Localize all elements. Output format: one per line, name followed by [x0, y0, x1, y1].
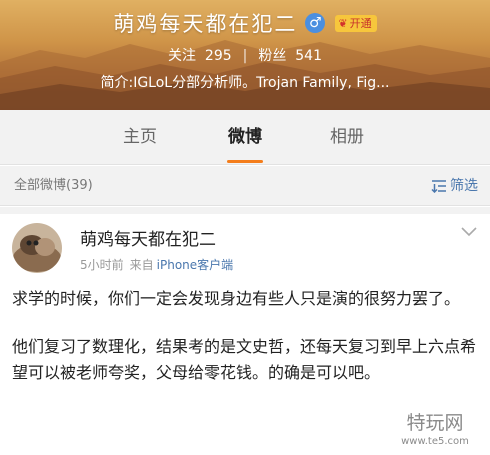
- following-label: 关注: [168, 48, 196, 64]
- watermark-logo-icon: 特玩网 www.te5.com: [386, 405, 484, 449]
- profile-header: 萌鸡每天都在犯二 ♂ ❦ 开通 关注 295 | 粉丝 541 简介:IGLoL分部分析师…: [0, 0, 490, 110]
- tab-weibo[interactable]: 微博: [200, 110, 290, 165]
- stats-divider: |: [242, 48, 248, 64]
- avatar[interactable]: [12, 223, 62, 273]
- section-gap: [0, 207, 490, 214]
- profile-stats: 关注 295 | 粉丝 541: [0, 45, 490, 65]
- site-watermark: 特玩网 www.te5.com: [386, 405, 484, 449]
- watermark-url: www.te5.com: [401, 436, 469, 447]
- chevron-down-icon[interactable]: [460, 226, 478, 238]
- tab-home[interactable]: 主页: [95, 110, 185, 165]
- tab-bar: 主页 微博 相册: [0, 110, 490, 165]
- avatar-image: [12, 223, 62, 273]
- followers-count: 541: [295, 48, 322, 64]
- tab-album[interactable]: 相册: [302, 110, 392, 165]
- profile-name-row: 萌鸡每天都在犯二 ♂ ❦ 开通: [0, 8, 490, 38]
- post-body: 求学的时候，你们一定会发现身边有些人只是演的很努力罢了。 他们复习了数理化，结果…: [12, 286, 478, 408]
- profile-bio: 简介:IGLoL分部分析师。Trojan Family, Fig...: [100, 75, 390, 91]
- followers-label: 粉丝: [258, 48, 287, 64]
- vip-crown-icon: ❦: [338, 16, 348, 30]
- post-source-label: 来自: [129, 258, 154, 272]
- profile-name: 萌鸡每天都在犯二: [113, 12, 298, 36]
- vip-open-label: 开通: [349, 16, 372, 30]
- filter-label: 筛选: [450, 178, 478, 194]
- post-meta: 5小时前 来自 iPhone客户端: [80, 256, 233, 273]
- followers-link[interactable]: 粉丝 541: [258, 48, 322, 64]
- post-paragraph: 求学的时候，你们一定会发现身边有些人只是演的很努力罢了。: [12, 289, 461, 308]
- post-source-link[interactable]: iPhone客户端: [157, 258, 234, 272]
- filter-bar: 全部微博(39) 筛选: [0, 166, 490, 206]
- all-posts-count: 全部微博(39): [14, 178, 93, 193]
- watermark-title: 特玩网: [406, 412, 463, 434]
- sort-filter-icon: [431, 180, 446, 193]
- filter-button[interactable]: 筛选: [431, 166, 478, 206]
- male-symbol-icon: ♂: [305, 13, 326, 33]
- following-count: 295: [204, 48, 232, 64]
- vip-open-button[interactable]: ❦ 开通: [335, 14, 377, 32]
- post-author-name[interactable]: 萌鸡每天都在犯二: [80, 225, 216, 250]
- following-link[interactable]: 关注 295: [168, 48, 232, 64]
- post-paragraph: 他们复习了数理化，结果考的是文史哲，还每天复习到早上六点希望可以被老师夸奖，父母…: [12, 337, 477, 382]
- post-time: 5小时前: [80, 258, 124, 272]
